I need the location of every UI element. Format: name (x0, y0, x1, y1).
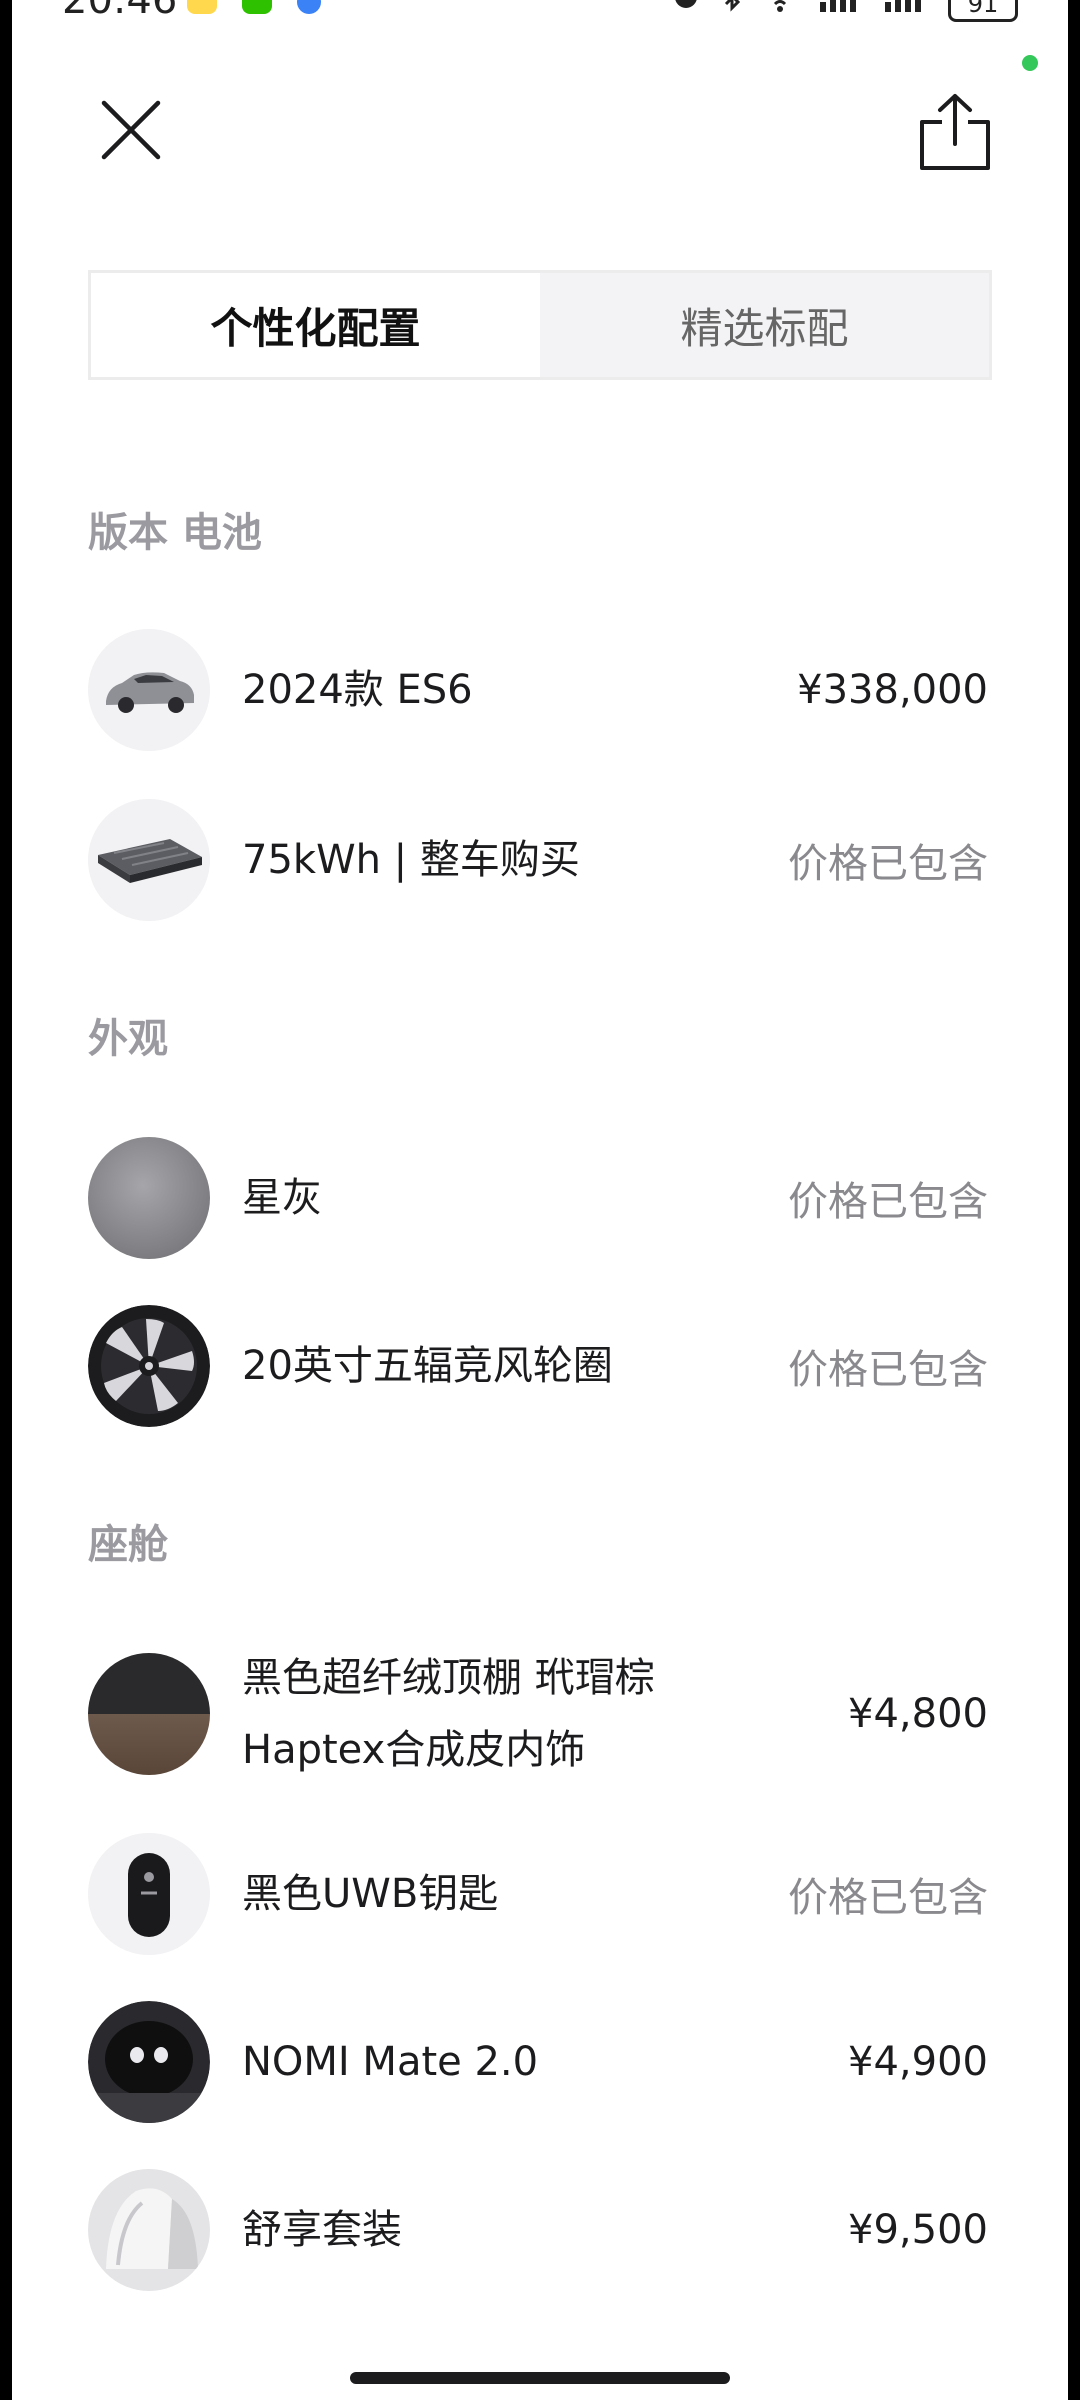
item-label: 2024款 ES6 (242, 667, 473, 713)
list-item-comfort-package[interactable]: 舒享套装 ¥9,500 (88, 2168, 988, 2292)
signal-icon (818, 0, 862, 16)
item-price: 价格已包含 (788, 1179, 988, 1225)
share-button[interactable] (918, 92, 992, 172)
list-item-exterior-color[interactable]: 星灰 价格已包含 (88, 1136, 988, 1260)
section-title-exterior: 外观 (88, 1016, 168, 1062)
color-swatch-star-gray (88, 1137, 210, 1259)
config-tabs: 个性化配置 精选标配 (88, 270, 992, 380)
uwb-key-thumbnail (88, 1833, 210, 1955)
item-label: 黑色UWB钥匙 (242, 1871, 499, 1917)
home-indicator[interactable] (350, 2372, 730, 2384)
close-button[interactable] (96, 95, 166, 165)
wheel-thumbnail (88, 1305, 210, 1427)
section-title-cabin: 座舱 (88, 1522, 168, 1568)
bluetooth-icon (722, 0, 742, 16)
mute-icon (671, 0, 701, 16)
screen: 20:46 91 个性化配置 精选标配 版本 电池 2024款 ES6 ¥338… (12, 0, 1068, 2400)
tab-standard-config[interactable]: 精选标配 (540, 273, 989, 377)
item-price: 价格已包含 (788, 1347, 988, 1393)
car-thumbnail (88, 629, 210, 751)
battery-pack-thumbnail (88, 799, 210, 921)
item-label: 75kWh | 整车购买 (242, 837, 580, 883)
nomi-mate-thumbnail (88, 2001, 210, 2123)
item-label: 星灰 (242, 1175, 322, 1221)
battery-icon: 91 (948, 0, 1018, 22)
notification-app-icon (187, 0, 217, 14)
wifi-icon (763, 0, 797, 16)
list-item-wheels[interactable]: 20英寸五辐竞风轮圈 价格已包含 (88, 1304, 988, 1428)
privacy-indicator-dot (1022, 55, 1038, 71)
close-icon (101, 100, 161, 160)
item-price: ¥9,500 (848, 2207, 988, 2253)
comfort-seat-thumbnail (88, 2169, 210, 2291)
list-item-uwb-key[interactable]: 黑色UWB钥匙 价格已包含 (88, 1832, 988, 1956)
list-item-nomi-mate[interactable]: NOMI Mate 2.0 ¥4,900 (88, 2000, 988, 2124)
item-label: 舒享套装 (242, 2207, 402, 2253)
item-price: ¥4,800 (848, 1691, 988, 1737)
interior-swatch (88, 1653, 210, 1775)
item-label-line1: 黑色超纤绒顶棚 玳瑁棕 (242, 1655, 655, 1701)
wechat-icon (242, 0, 273, 14)
list-item-interior[interactable]: 黑色超纤绒顶棚 玳瑁棕 Haptex合成皮内饰 ¥4,800 (88, 1652, 988, 1776)
share-icon (920, 94, 990, 170)
item-label: NOMI Mate 2.0 (242, 2039, 539, 2085)
item-price: ¥338,000 (797, 667, 988, 713)
tab-personalized-config[interactable]: 个性化配置 (91, 273, 540, 377)
status-indicators: 91 (655, 0, 1018, 22)
status-bar: 20:46 91 (12, 0, 1068, 22)
status-time: 20:46 (62, 0, 178, 23)
section-title-version: 版本 电池 (88, 510, 262, 556)
item-label: 黑色超纤绒顶棚 玳瑁棕 Haptex合成皮内饰 (242, 1642, 655, 1786)
item-price: 价格已包含 (788, 1875, 988, 1921)
status-app-icons (187, 0, 341, 18)
item-price: ¥4,900 (848, 2039, 988, 2085)
signal-icon-2 (883, 0, 927, 16)
list-item-version[interactable]: 2024款 ES6 ¥338,000 (88, 628, 988, 752)
browser-icon (297, 0, 322, 14)
item-price: 价格已包含 (788, 841, 988, 887)
item-label-line2: Haptex合成皮内饰 (242, 1727, 586, 1773)
item-label: 20英寸五辐竞风轮圈 (242, 1343, 613, 1389)
list-item-battery[interactable]: 75kWh | 整车购买 价格已包含 (88, 798, 988, 922)
